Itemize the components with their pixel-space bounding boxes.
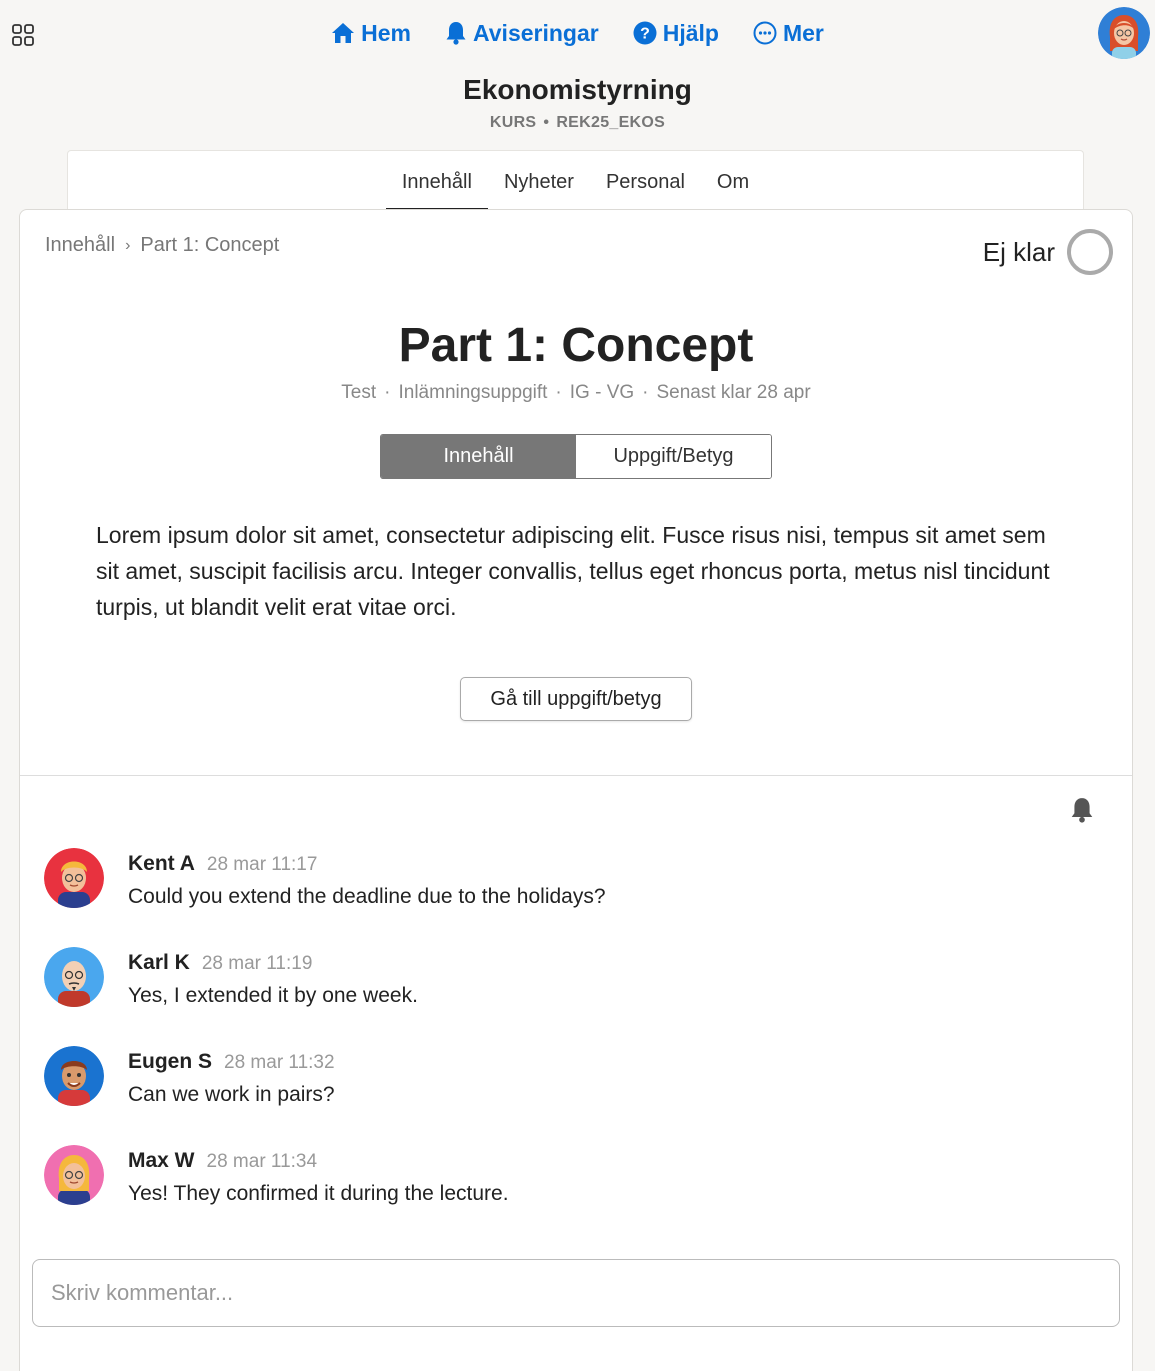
- bell-icon: [446, 22, 466, 45]
- comment-text: Can we work in pairs?: [128, 1083, 335, 1106]
- page-title: Part 1: Concept: [398, 319, 754, 372]
- comment-author[interactable]: Karl K: [128, 951, 190, 975]
- nav-notifications-label: Aviseringar: [473, 19, 599, 46]
- meta-separator: ·: [555, 382, 562, 403]
- goto-assignment-button[interactable]: Gå till uppgift/betyg: [460, 677, 692, 721]
- nav-help[interactable]: ? Hjälp: [633, 16, 719, 50]
- comment-item: Max W 28 mar 11:34 Yes! They confirmed i…: [44, 1145, 509, 1206]
- meta-separator: ·: [642, 382, 649, 403]
- notification-bell-icon[interactable]: [1070, 797, 1094, 823]
- tab-news[interactable]: Nyheter: [488, 151, 590, 211]
- comment-author[interactable]: Kent A: [128, 852, 195, 876]
- toggle-content[interactable]: Innehåll: [381, 435, 576, 478]
- nav-notifications[interactable]: Aviseringar: [445, 16, 599, 50]
- comment-item: Kent A 28 mar 11:17 Could you extend the…: [44, 848, 606, 909]
- meta-kind: Test: [341, 382, 377, 403]
- nav-help-label: Hjälp: [662, 19, 719, 46]
- nav-home-label: Hem: [361, 19, 411, 46]
- comment-author[interactable]: Eugen S: [128, 1050, 212, 1074]
- course-subtitle-separator: •: [543, 114, 550, 131]
- meta-grading: IG - VG: [569, 382, 635, 403]
- breadcrumb: Innehåll › Part 1: Concept: [45, 234, 279, 257]
- avatar: [44, 1145, 104, 1205]
- top-navigation: Hem Aviseringar ? Hjälp Mer: [0, 16, 1155, 50]
- status-label: Ej klar: [982, 236, 1055, 267]
- home-icon: [332, 23, 355, 43]
- comment-time: 28 mar 11:34: [206, 1151, 318, 1172]
- comment-text: Yes! They confirmed it during the lectur…: [128, 1182, 509, 1205]
- view-toggle: Innehåll Uppgift/Betyg: [380, 434, 772, 479]
- comment-item: Karl K 28 mar 11:19 Yes, I extended it b…: [44, 947, 418, 1008]
- avatar: [44, 947, 104, 1007]
- course-tabs: Innehåll Nyheter Personal Om: [67, 150, 1084, 211]
- course-title: Ekonomistyrning: [463, 74, 692, 105]
- comment-time: 28 mar 11:32: [224, 1052, 335, 1073]
- tab-staff[interactable]: Personal: [590, 151, 701, 211]
- meta-separator: ·: [384, 382, 391, 403]
- svg-text:?: ?: [640, 26, 650, 43]
- content-card: Innehåll › Part 1: Concept Ej klar Part …: [19, 209, 1133, 1371]
- nav-more-label: Mer: [782, 19, 824, 46]
- completion-status[interactable]: Ej klar: [983, 229, 1113, 275]
- page-meta: Test · Inlämningsuppgift · IG - VG · Senast kl…: [20, 382, 1132, 404]
- more-icon: [753, 21, 777, 45]
- nav-more[interactable]: Mer: [753, 16, 824, 50]
- comment-author[interactable]: Max W: [128, 1149, 195, 1173]
- meta-deadline: Senast klar 28 apr: [656, 382, 811, 403]
- comment-time: 28 mar 11:17: [206, 854, 318, 875]
- course-type: KURS: [489, 114, 537, 131]
- tab-content[interactable]: Innehåll: [385, 151, 488, 211]
- comment-time: 28 mar 11:19: [201, 953, 313, 974]
- course-code: REK25_EKOS: [556, 114, 666, 131]
- status-circle-icon[interactable]: [1067, 229, 1113, 275]
- comment-text: Yes, I extended it by one week.: [128, 984, 418, 1007]
- avatar: [44, 848, 104, 908]
- breadcrumb-current: Part 1: Concept: [140, 234, 280, 256]
- course-subtitle: KURS • REK25_EKOS: [0, 114, 1155, 132]
- toggle-assignment[interactable]: Uppgift/Betyg: [576, 435, 771, 478]
- comment-input[interactable]: [32, 1259, 1120, 1327]
- breadcrumb-root[interactable]: Innehåll: [45, 234, 115, 257]
- help-icon: ?: [633, 21, 657, 45]
- breadcrumb-separator: ›: [125, 236, 131, 254]
- comment-text: Could you extend the deadline due to the…: [128, 885, 606, 908]
- user-avatar[interactable]: [1098, 7, 1150, 59]
- tab-about[interactable]: Om: [701, 151, 765, 211]
- avatar: [44, 1046, 104, 1106]
- meta-type: Inlämningsuppgift: [398, 382, 548, 403]
- body-text: Lorem ipsum dolor sit amet, consectetur …: [96, 522, 1050, 620]
- section-divider: [20, 775, 1132, 776]
- comment-item: Eugen S 28 mar 11:32 Can we work in pair…: [44, 1046, 335, 1107]
- nav-home[interactable]: Hem: [331, 16, 411, 50]
